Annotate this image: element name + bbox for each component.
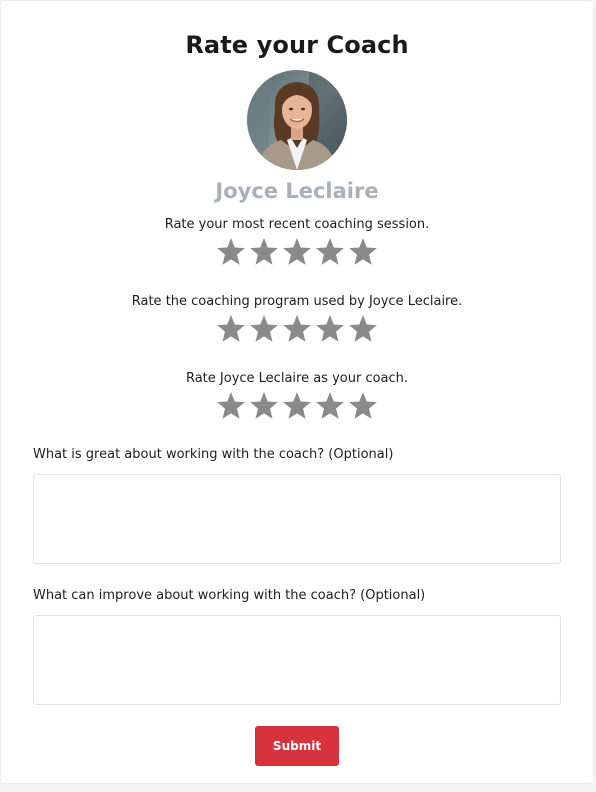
improve-question-label: What can improve about working with the … — [33, 588, 426, 603]
star-icon[interactable] — [347, 390, 379, 422]
star-icon[interactable] — [347, 313, 379, 345]
star-icon[interactable] — [248, 390, 280, 422]
rating-label: Rate Joyce Leclaire as your coach. — [185, 371, 409, 386]
star-rating-coach — [1, 390, 593, 422]
rating-coach: Rate Joyce Leclaire as your coach. — [1, 370, 593, 422]
star-icon[interactable] — [281, 390, 313, 422]
rating-session: Rate your most recent coaching session. — [1, 216, 593, 268]
star-icon[interactable] — [347, 236, 379, 268]
rating-label: Rate your most recent coaching session. — [164, 217, 430, 232]
star-rating-session — [1, 236, 593, 268]
improve-feedback-textarea[interactable] — [33, 615, 561, 705]
star-icon[interactable] — [314, 390, 346, 422]
star-icon[interactable] — [248, 313, 280, 345]
star-icon[interactable] — [281, 236, 313, 268]
star-icon[interactable] — [314, 236, 346, 268]
great-feedback-textarea[interactable] — [33, 474, 561, 564]
page-title: Rate your Coach — [185, 31, 409, 59]
star-icon[interactable] — [215, 390, 247, 422]
rating-card: Rate your Coach Joyce Leclaire Rate your… — [0, 0, 594, 784]
star-icon[interactable] — [314, 313, 346, 345]
rating-program: Rate the coaching program used by Joyce … — [1, 293, 593, 345]
coach-name: Joyce Leclaire — [215, 179, 379, 203]
star-icon[interactable] — [281, 313, 313, 345]
submit-button[interactable]: Submit — [255, 726, 339, 766]
great-question-label: What is great about working with the coa… — [33, 447, 394, 462]
star-icon[interactable] — [215, 313, 247, 345]
star-icon[interactable] — [248, 236, 280, 268]
star-rating-program — [1, 313, 593, 345]
star-icon[interactable] — [215, 236, 247, 268]
coach-avatar — [247, 70, 347, 170]
rating-label: Rate the coaching program used by Joyce … — [131, 294, 463, 309]
